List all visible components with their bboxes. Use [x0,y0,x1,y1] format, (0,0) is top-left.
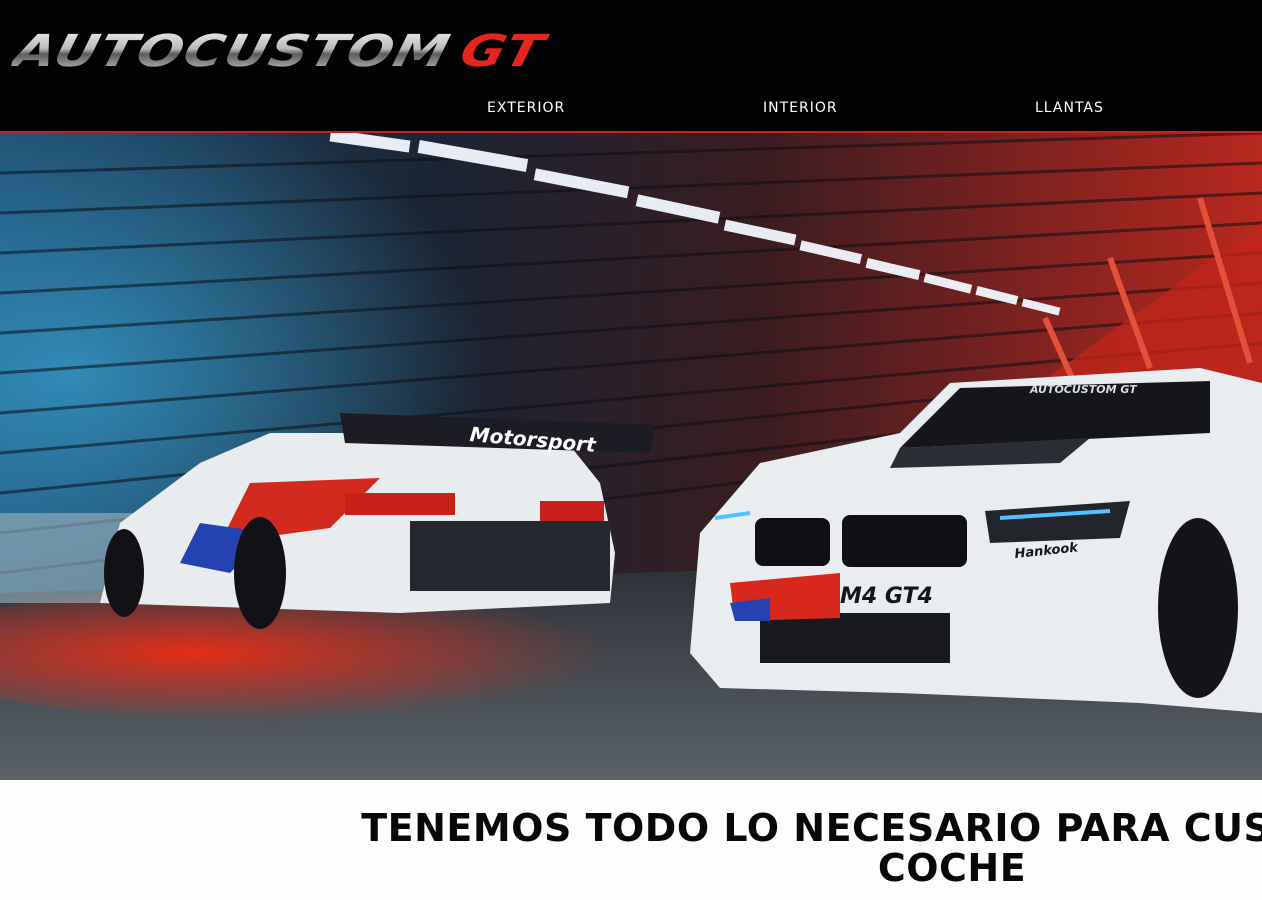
site-logo[interactable]: AUTOCUSTOMGT [8,26,550,77]
logo-accent-text: GT [454,26,550,77]
main-nav: EXTERIOR INTERIOR LLANTAS [0,98,1262,120]
nav-item-interior[interactable]: INTERIOR [763,98,838,118]
site-header: AUTOCUSTOMGT EXTERIOR INTERIOR LLANTAS [0,0,1262,133]
car-windshield-text: AUTOCUSTOM GT [1029,383,1138,396]
hero-image: Motorsport M4 GT4 Hankook AUTOCUSTOM GT [0,133,1262,780]
logo-main-text: AUTOCUSTOM [8,26,456,77]
nav-item-exterior[interactable]: EXTERIOR [487,98,565,118]
headline-line1: TENEMOS TODO LO NECESARIO PARA CUSTOMIZA… [361,808,1262,850]
headline-text: TENEMOS TODO LO NECESARIO PARA CUSTOMIZA… [332,808,1262,888]
car-model-text: M4 GT4 [840,584,933,609]
nav-item-llantas[interactable]: LLANTAS [1035,98,1104,118]
hero-headline: TENEMOS TODO LO NECESARIO PARA CUSTOMIZA… [0,808,1262,900]
headline-line2: COCHE [877,846,1027,890]
hero-banner: Motorsport M4 GT4 Hankook AUTOCUSTOM GT [0,133,1262,780]
